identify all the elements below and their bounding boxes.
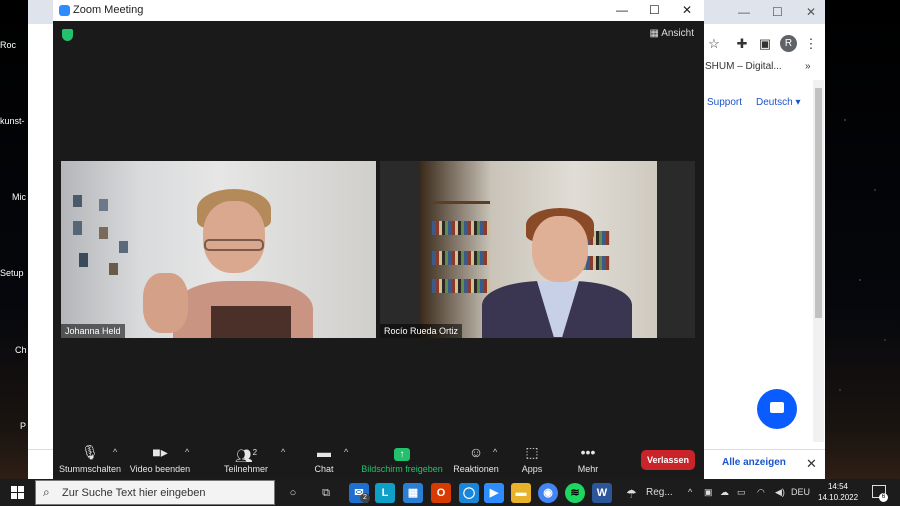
search-placeholder: Zur Suche Text hier eingeben (62, 487, 206, 499)
chat-icon: ▬ (317, 444, 331, 460)
close-icon[interactable]: ✕ (682, 3, 692, 17)
wall-pictures (69, 191, 139, 281)
share-screen-icon: ↑ (394, 448, 410, 461)
grid-icon: ▦ (649, 28, 659, 39)
mute-label: Stummschalten (58, 464, 122, 474)
show-all-downloads-button[interactable]: Alle anzeigen (722, 457, 786, 473)
taskbar-clock[interactable]: 14:54 14.10.2022 (818, 481, 858, 503)
audio-options-caret-icon[interactable]: ^ (113, 447, 117, 457)
battery-icon[interactable]: ▭ (737, 487, 746, 498)
store-icon[interactable]: ▦ (403, 483, 423, 503)
language-indicator[interactable]: DEU (791, 487, 810, 497)
cortana-icon[interactable]: ○ (283, 483, 303, 503)
more-label: Mehr (577, 464, 599, 474)
view-label: Ansicht (661, 28, 694, 39)
bookmark-item[interactable]: SHUM – Digital... (705, 61, 782, 72)
zoom-titlebar: Zoom Meeting — ☐ ✕ (53, 0, 704, 21)
books (432, 279, 490, 293)
desktop-icon-label[interactable]: Setup (0, 268, 30, 278)
chat-caret-icon[interactable]: ^ (344, 447, 348, 457)
more-dots-icon: ••• (580, 444, 596, 460)
weather-icon[interactable]: ☂ (626, 487, 637, 501)
chat-label: Chat (314, 464, 334, 474)
desktop-background (825, 80, 900, 480)
onedrive-icon[interactable]: ☁ (720, 487, 729, 498)
desktop-icon-label[interactable]: Roc (0, 40, 30, 50)
mail-badge: 2 (360, 493, 370, 503)
participants-label: Teilnehmer (223, 464, 269, 474)
minimize-icon[interactable]: — (738, 5, 750, 19)
menu-icon[interactable]: ⋮ (803, 36, 819, 52)
sidepanel-icon[interactable]: ▣ (757, 36, 773, 52)
support-link[interactable]: Support (707, 97, 742, 108)
profile-avatar[interactable]: R (780, 35, 797, 52)
taskbar-search-input[interactable]: ⌕ Zur Suche Text hier eingeben (35, 480, 275, 505)
wifi-icon[interactable]: ◠ (757, 487, 765, 498)
zoom-logo-icon (59, 5, 70, 16)
volume-icon[interactable]: ◀) (775, 487, 785, 498)
participants-count: 2 (252, 448, 258, 457)
tray-app-icon[interactable]: ▣ (704, 487, 713, 498)
minimize-icon[interactable]: — (616, 3, 628, 17)
zoom-window: Zoom Meeting — ☐ ✕ ▦ Ansicht Johanna Hel… (53, 0, 704, 479)
bookshelf (430, 201, 490, 204)
video-options-caret-icon[interactable]: ^ (185, 447, 189, 457)
scrollbar-thumb[interactable] (815, 88, 822, 318)
books (432, 251, 490, 265)
video-tile[interactable]: Rocío Rueda Ortiz (380, 161, 695, 338)
video-label: Video beenden (129, 464, 191, 474)
participant-name: Johanna Held (61, 324, 125, 338)
page-scrollbar[interactable] (813, 80, 824, 442)
view-button[interactable]: ▦ Ansicht (650, 28, 694, 39)
language-dropdown[interactable]: Deutsch ▾ (756, 97, 801, 108)
language-label: Deutsch (756, 97, 793, 108)
extensions-icon[interactable]: ✚ (734, 36, 750, 52)
download-bar-close-icon[interactable]: ✕ (806, 456, 817, 472)
participant-clothing (211, 306, 291, 338)
zoom-taskbar-icon[interactable]: ▶ (484, 483, 504, 503)
chat-button[interactable]: ▬ Chat (289, 444, 359, 474)
maximize-icon[interactable]: ☐ (772, 5, 783, 19)
more-button[interactable]: ••• Mehr (553, 444, 623, 474)
office-icon[interactable]: O (431, 483, 451, 503)
spotify-icon[interactable]: ≋ (565, 483, 585, 503)
notification-badge: 6 (879, 493, 888, 502)
clock-date: 14.10.2022 (818, 493, 859, 502)
weather-label[interactable]: Reg... (646, 487, 673, 498)
file-explorer-icon[interactable]: ▬ (511, 483, 531, 503)
participants-icon: 👥︎2 (234, 447, 258, 464)
app-l-icon[interactable]: L (375, 483, 395, 503)
participant-glasses (204, 239, 264, 251)
clock-time: 14:54 (827, 482, 849, 491)
participant-face (203, 201, 265, 273)
task-view-icon[interactable]: ⧉ (316, 483, 336, 503)
bookmark-star-icon[interactable]: ☆ (706, 36, 722, 52)
security-shield-icon[interactable] (62, 29, 73, 41)
participants-button[interactable]: 👥︎2 Teilnehmer (211, 444, 281, 474)
desktop-icon-label[interactable]: kunst- (0, 116, 30, 126)
leave-meeting-button[interactable]: Verlassen (641, 450, 695, 470)
windows-start-icon[interactable] (11, 486, 24, 499)
maximize-icon[interactable]: ☐ (649, 3, 660, 17)
more-bookmarks-icon[interactable]: » (805, 61, 811, 72)
share-label: Bildschirm freigeben (361, 464, 443, 474)
books (432, 221, 490, 235)
app-icon[interactable]: ◯ (459, 483, 479, 503)
chrome-icon[interactable]: ◉ (538, 483, 558, 503)
share-screen-button[interactable]: ↑ Bildschirm freigeben (357, 444, 447, 474)
close-icon[interactable]: ✕ (806, 5, 816, 19)
support-chat-button[interactable] (757, 389, 797, 429)
window-title: Zoom Meeting (73, 4, 144, 16)
tray-overflow-icon[interactable]: ^ (688, 487, 692, 497)
video-tile[interactable]: Johanna Held (61, 161, 376, 338)
participant-hand (143, 273, 188, 333)
search-icon: ⌕ (43, 485, 50, 499)
participants-caret-icon[interactable]: ^ (281, 447, 285, 457)
participant-face (532, 216, 588, 282)
participant-name: Rocío Rueda Ortiz (380, 324, 463, 338)
word-icon[interactable]: W (592, 483, 612, 503)
